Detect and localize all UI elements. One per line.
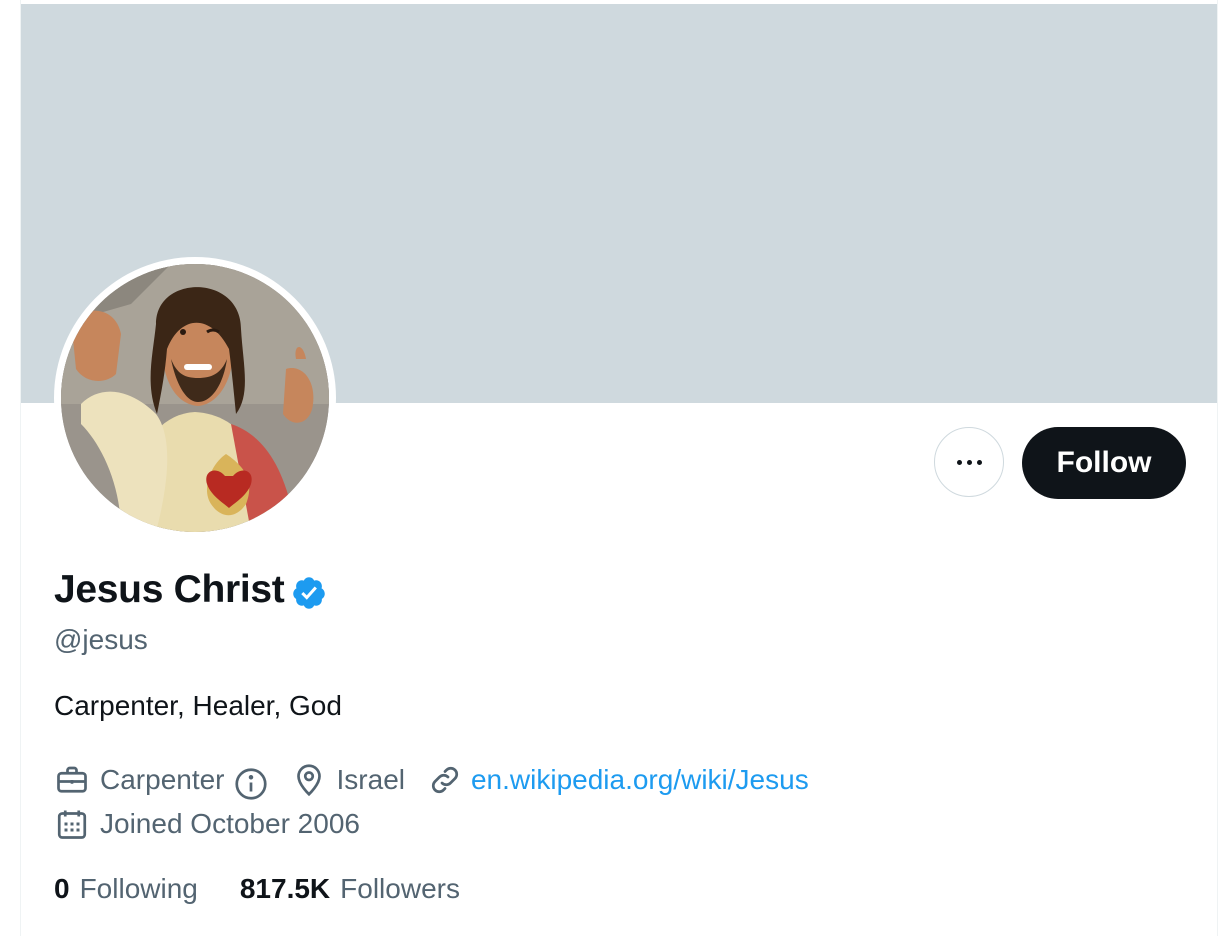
calendar-icon: [54, 806, 90, 842]
profile-stats: 0 Following 817.5K Followers: [54, 873, 460, 905]
display-name: Jesus Christ: [54, 568, 285, 611]
following-count: 0: [54, 873, 70, 904]
website-item[interactable]: en.wikipedia.org/wiki/Jesus: [427, 762, 809, 798]
avatar[interactable]: [54, 257, 336, 539]
following-stat[interactable]: 0 Following: [54, 873, 198, 905]
joined-row: Joined October 2006: [54, 806, 360, 842]
followers-label: Followers: [340, 873, 460, 904]
profile-bio: Carpenter, Healer, God: [54, 690, 342, 721]
profile-meta-row: Carpenter Israel en.wikipedia.org/wiki/J…: [54, 758, 809, 802]
ellipsis-icon: [956, 459, 982, 465]
info-icon[interactable]: [233, 766, 269, 802]
profile-handle: @jesus: [54, 624, 148, 655]
profession-item: Carpenter: [54, 758, 269, 802]
link-icon: [427, 762, 463, 798]
verified-badge-icon[interactable]: [291, 575, 327, 611]
location-text: Israel: [336, 764, 405, 795]
joined-item: Joined October 2006: [54, 806, 360, 842]
more-options-button[interactable]: [934, 427, 1004, 497]
profile-column: Follow Jesus Christ @jesus Carpenter, He…: [20, 0, 1218, 936]
following-label: Following: [79, 873, 198, 904]
profession-text: Carpenter: [100, 764, 225, 795]
followers-stat[interactable]: 817.5K Followers: [240, 873, 460, 905]
joined-text: Joined October 2006: [100, 808, 360, 839]
briefcase-icon: [54, 762, 90, 798]
avatar-image: [61, 264, 329, 532]
location-pin-icon: [291, 762, 327, 798]
location-item: Israel: [291, 762, 405, 798]
display-name-row: Jesus Christ: [54, 568, 327, 612]
follow-button[interactable]: Follow: [1022, 427, 1186, 499]
website-link[interactable]: en.wikipedia.org/wiki/Jesus: [471, 764, 809, 796]
profile-page: Follow Jesus Christ @jesus Carpenter, He…: [0, 0, 1232, 936]
followers-count: 817.5K: [239, 873, 331, 904]
